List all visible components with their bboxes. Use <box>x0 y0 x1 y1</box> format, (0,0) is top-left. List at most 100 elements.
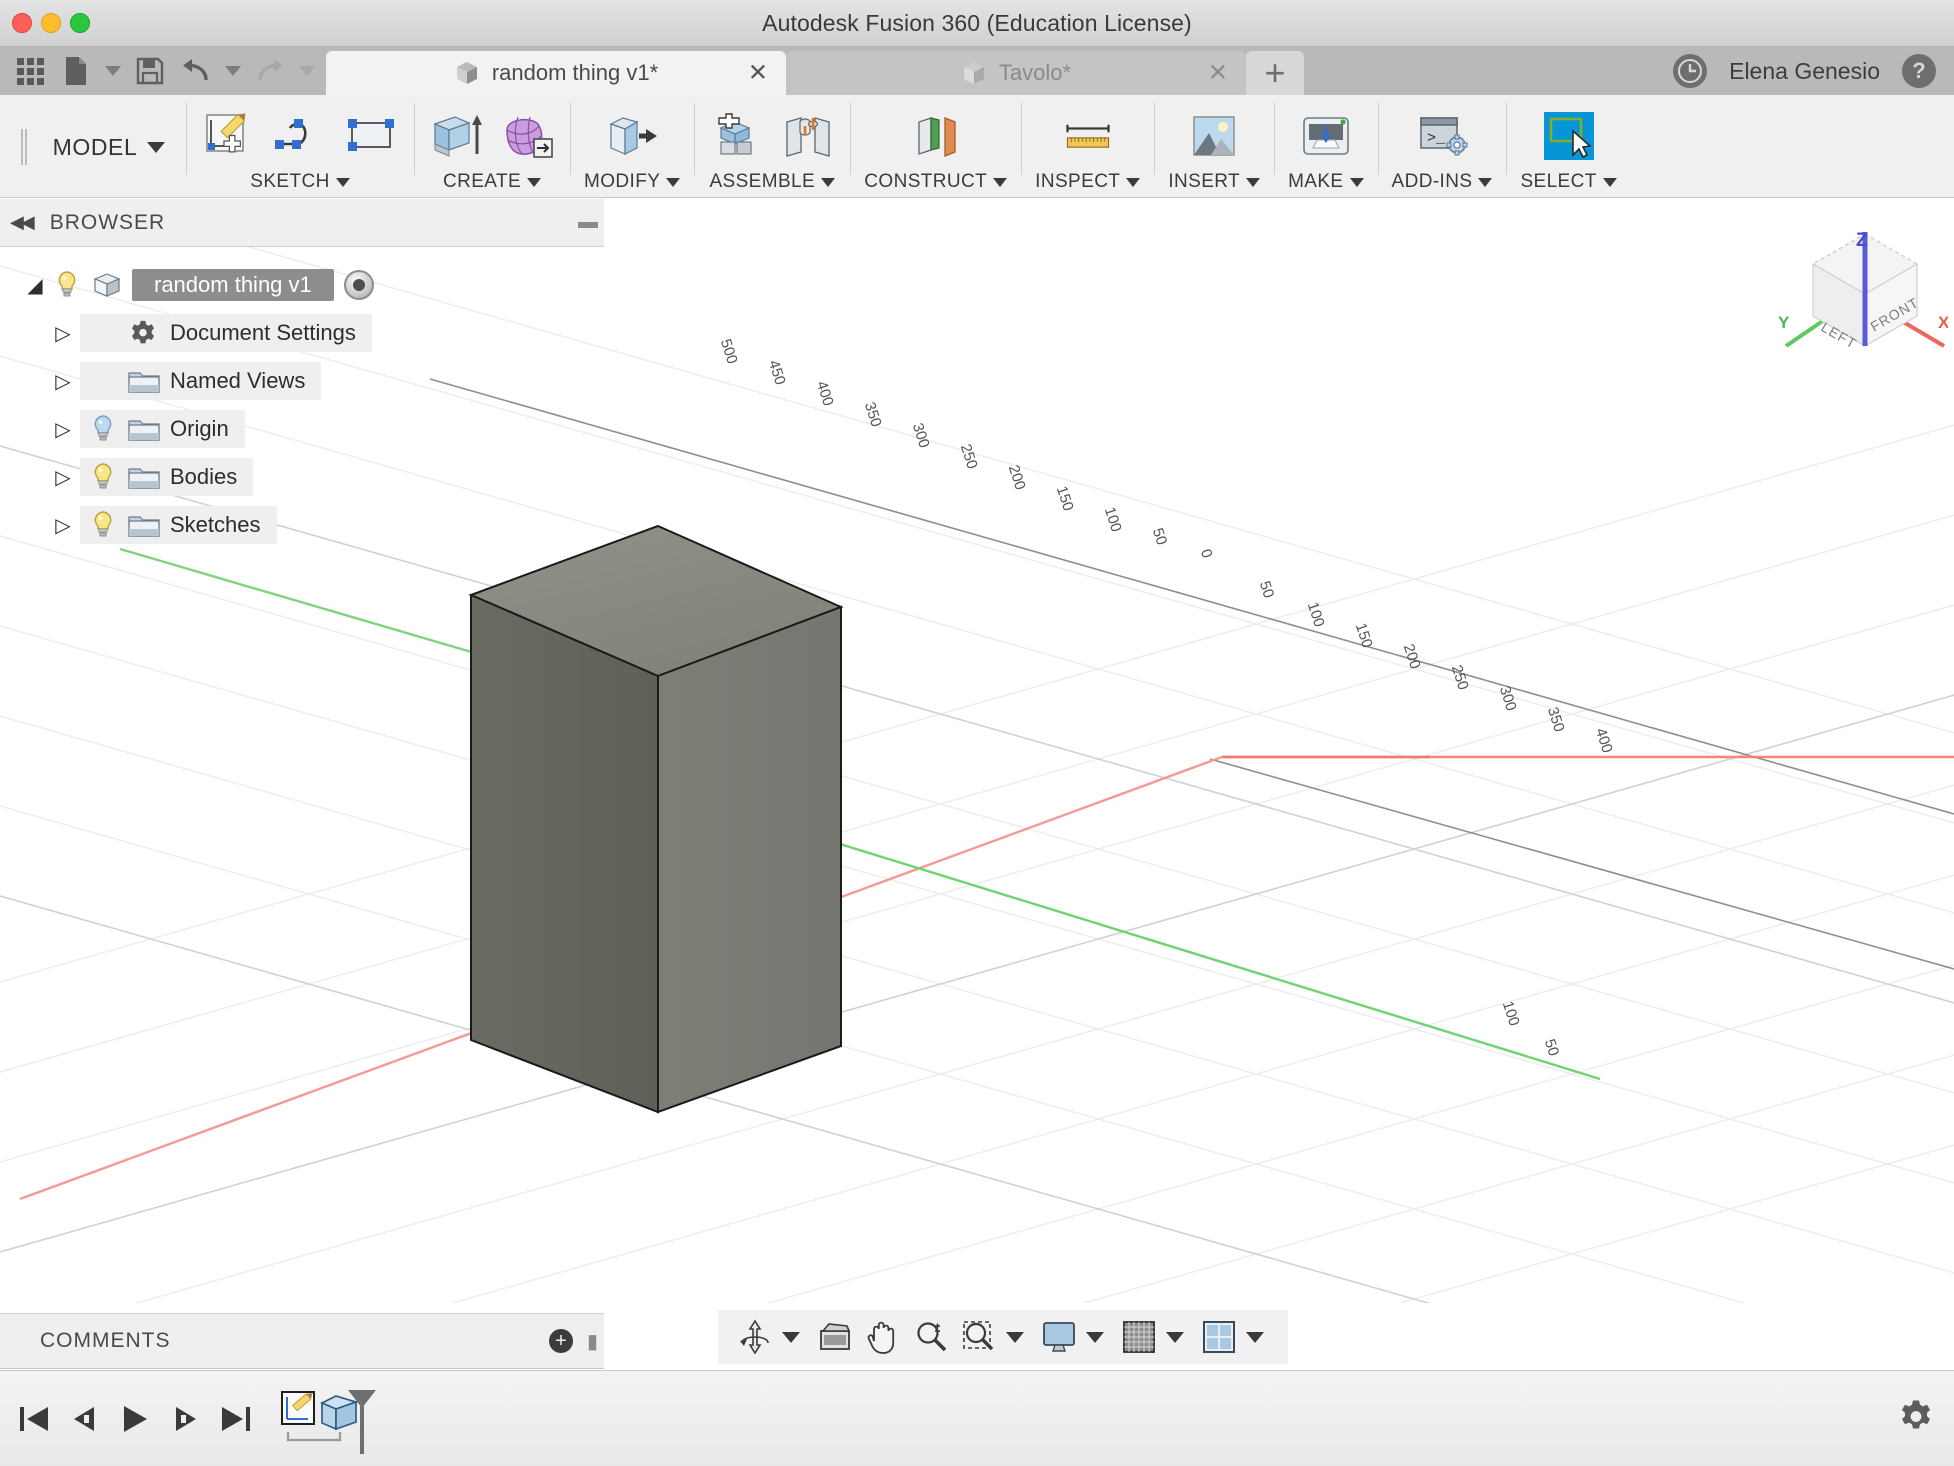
help-icon[interactable]: ? <box>1902 54 1936 88</box>
step-back-icon[interactable] <box>60 1394 110 1444</box>
collapsed-twisty-icon[interactable]: ▷ <box>46 321 80 346</box>
zoom-window-icon[interactable] <box>958 1316 1000 1358</box>
collapse-panel-icon[interactable]: ◀◀ <box>10 212 35 233</box>
visibility-bulb-icon[interactable] <box>52 270 82 300</box>
visibility-bulb-icon[interactable] <box>88 462 118 492</box>
chevron-down-icon[interactable] <box>1349 177 1364 187</box>
chevron-down-icon[interactable] <box>147 141 166 153</box>
chevron-down-icon[interactable] <box>1246 177 1261 187</box>
redo-dropdown-icon[interactable] <box>294 49 320 93</box>
folder-icon <box>128 368 160 394</box>
ribbon-grip[interactable] <box>20 129 23 165</box>
3d-print-icon[interactable] <box>1298 110 1354 162</box>
new-document-dropdown-icon[interactable] <box>100 49 126 93</box>
orbit-icon[interactable] <box>734 1316 776 1358</box>
close-window-button[interactable] <box>12 13 32 33</box>
undo-dropdown-icon[interactable] <box>220 49 246 93</box>
browser-item-content[interactable]: Sketches <box>80 506 277 544</box>
select-window-icon[interactable] <box>1541 110 1597 162</box>
rectangle-icon[interactable] <box>344 110 400 162</box>
tab-close-icon[interactable]: ✕ <box>1208 59 1228 88</box>
tab-tavolo[interactable]: Tavolo* ✕ <box>786 51 1246 95</box>
browser-item-content[interactable]: Bodies <box>80 458 254 496</box>
collapsed-twisty-icon[interactable]: ▷ <box>46 513 80 538</box>
browser-tree-item-sketches[interactable]: ▷ Sketches <box>0 501 604 549</box>
undo-icon[interactable] <box>174 49 218 93</box>
viewports-dropdown-icon[interactable] <box>1246 1331 1264 1343</box>
clock-icon[interactable] <box>1673 54 1708 88</box>
panel-resize-handle[interactable]: ▬ <box>578 211 598 234</box>
zoom-icon[interactable] <box>910 1316 952 1358</box>
chevron-down-icon[interactable] <box>1478 177 1493 187</box>
visibility-bulb-icon[interactable] <box>88 510 118 540</box>
new-document-icon[interactable] <box>54 49 98 93</box>
browser-tree-item-random-thing-v1[interactable]: ◢ random thing v1 <box>0 261 604 309</box>
viewports-icon[interactable] <box>1198 1316 1240 1358</box>
go-to-beginning-icon[interactable] <box>10 1394 60 1444</box>
grid-dropdown-icon[interactable] <box>1166 1331 1184 1343</box>
comments-title: COMMENTS <box>40 1329 171 1352</box>
pan-hand-icon[interactable] <box>862 1316 904 1358</box>
account-name[interactable]: Elena Genesio <box>1729 58 1880 85</box>
offset-plane-icon[interactable] <box>908 110 964 162</box>
extrude-icon[interactable] <box>428 110 484 162</box>
maximize-window-button[interactable] <box>70 13 90 33</box>
browser-tree-item-bodies[interactable]: ▷ Bodies <box>0 453 604 501</box>
apps-grid-icon[interactable] <box>8 49 52 93</box>
redo-icon[interactable] <box>248 49 292 93</box>
chevron-down-icon[interactable] <box>335 177 350 187</box>
workspace-switcher[interactable]: MODEL <box>0 95 186 197</box>
comments-panel[interactable]: COMMENTS + ▮ <box>0 1313 604 1369</box>
look-at-icon[interactable] <box>814 1316 856 1358</box>
display-dropdown-icon[interactable] <box>1086 1331 1104 1343</box>
save-icon[interactable] <box>128 49 172 93</box>
timeline-settings-gear-icon[interactable] <box>1898 1398 1934 1439</box>
browser-item-content[interactable]: Origin <box>80 410 245 448</box>
grid-snaps-icon[interactable] <box>1118 1316 1160 1358</box>
minimize-window-button[interactable] <box>41 13 61 33</box>
new-component-icon[interactable] <box>708 110 764 162</box>
activate-component-radio[interactable] <box>343 270 374 300</box>
orbit-dropdown-icon[interactable] <box>782 1331 800 1343</box>
browser-tree-item-origin[interactable]: ▷ Origin <box>0 405 604 453</box>
chevron-down-icon[interactable] <box>993 177 1008 187</box>
browser-tree-item-named-views[interactable]: ▷ Named Views <box>0 357 604 405</box>
new-tab-button[interactable]: + <box>1246 51 1304 95</box>
browser-item-content[interactable]: Document Settings <box>80 314 372 352</box>
display-settings-icon[interactable] <box>1038 1316 1080 1358</box>
ribbon-grip[interactable] <box>24 129 27 165</box>
window-controls[interactable] <box>12 13 90 33</box>
joint-icon[interactable] <box>780 110 836 162</box>
step-forward-icon[interactable] <box>160 1394 210 1444</box>
play-icon[interactable] <box>110 1394 160 1444</box>
tab-close-icon[interactable]: ✕ <box>748 59 768 88</box>
measure-icon[interactable] <box>1060 110 1116 162</box>
browser-item-content[interactable]: random thing v1 <box>52 265 390 305</box>
browser-item-content[interactable]: Named Views <box>80 362 322 400</box>
chevron-down-icon[interactable] <box>666 177 681 187</box>
scripts-addins-icon[interactable]: >_ <box>1414 110 1470 162</box>
browser-tree-item-document-settings[interactable]: ▷ Document Settings <box>0 309 604 357</box>
expanded-twisty-icon[interactable]: ◢ <box>18 273 52 298</box>
chevron-down-icon[interactable] <box>1126 177 1141 187</box>
sculpt-form-icon[interactable] <box>500 110 556 162</box>
zoom-dropdown-icon[interactable] <box>1006 1331 1024 1343</box>
chevron-down-icon[interactable] <box>527 177 542 187</box>
chevron-down-icon[interactable] <box>1602 177 1617 187</box>
insert-image-icon[interactable] <box>1186 110 1242 162</box>
collapsed-twisty-icon[interactable]: ▷ <box>46 465 80 490</box>
view-cube[interactable]: Y X Z LEFT FRONT <box>1778 224 1948 374</box>
chevron-down-icon[interactable] <box>821 177 836 187</box>
folder-icon <box>128 464 160 490</box>
collapsed-twisty-icon[interactable]: ▷ <box>46 417 80 442</box>
tab-random-thing[interactable]: random thing v1* ✕ <box>326 51 786 95</box>
go-to-end-icon[interactable] <box>210 1394 260 1444</box>
spline-icon[interactable] <box>272 110 328 162</box>
press-pull-icon[interactable] <box>604 110 660 162</box>
add-comment-icon[interactable]: + <box>548 1329 573 1353</box>
visibility-bulb-icon[interactable] <box>88 414 118 444</box>
browser-title: BROWSER <box>49 210 166 234</box>
collapsed-twisty-icon[interactable]: ▷ <box>46 369 80 394</box>
create-sketch-icon[interactable] <box>200 110 256 162</box>
comments-resize-handle[interactable]: ▮ <box>587 1329 598 1354</box>
